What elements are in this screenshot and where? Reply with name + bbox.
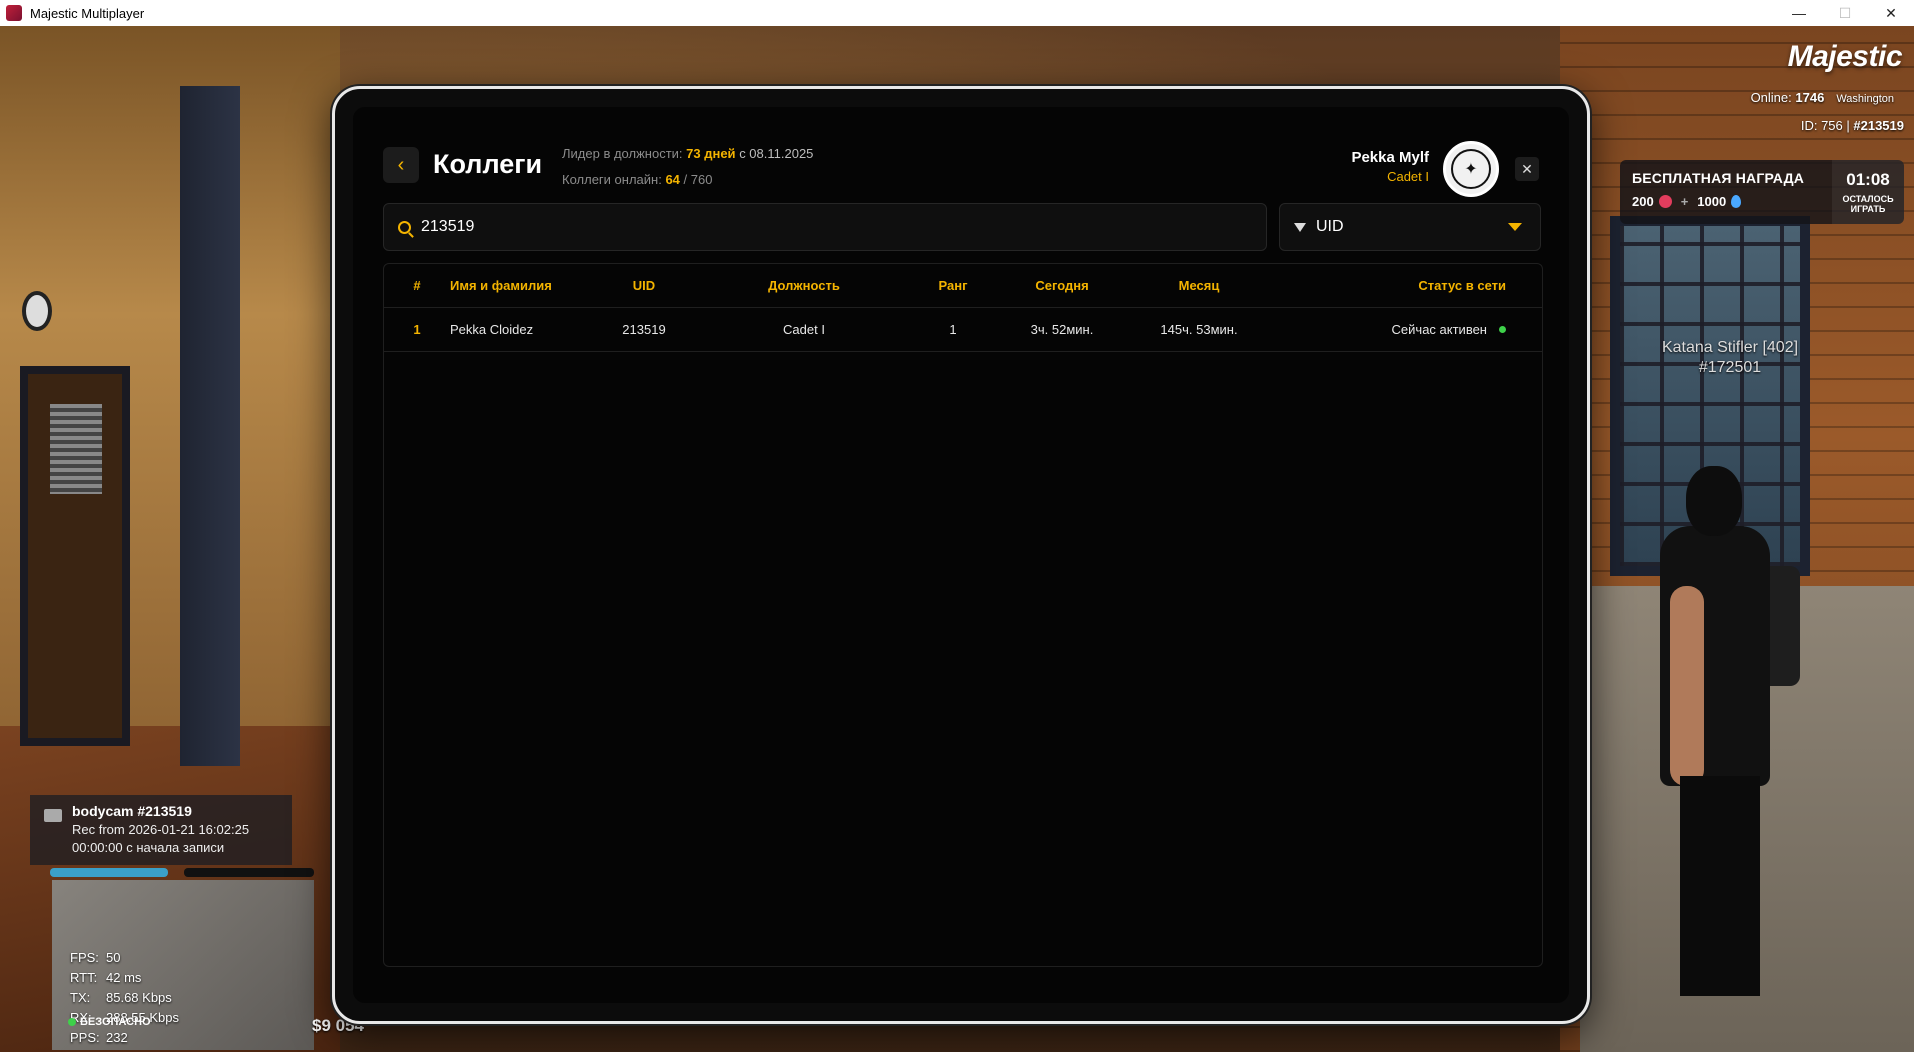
colleagues-table: # Имя и фамилия UID Должность Ранг Сегод… xyxy=(383,263,1543,967)
nametag-id: #172501 xyxy=(1698,359,1762,376)
leader-meta: Лидер в должности: 73 дней с 08.11.2025 … xyxy=(562,141,813,193)
reward-amounts: 200 + 1000 xyxy=(1632,194,1820,209)
leader-since: с 08.11.2025 xyxy=(739,146,814,161)
player-nametag: Katana Stifler [402] #172501 xyxy=(1640,338,1820,378)
armor-bar xyxy=(184,868,314,877)
colleagues-online-total: / 760 xyxy=(683,172,713,187)
reward-plus: + xyxy=(1680,194,1689,209)
reward-amount-1: 200 xyxy=(1632,194,1654,209)
col-number[interactable]: # xyxy=(384,278,450,293)
net-stats: FPS: 50 RTT: 42 ms TX: 85.68 Kbps RX: 288.55… xyxy=(70,948,179,1048)
online-label: Online: xyxy=(1750,90,1792,105)
search-input[interactable] xyxy=(421,218,1221,236)
app-icon xyxy=(6,5,22,21)
wall-clock xyxy=(22,291,52,331)
scene-door xyxy=(20,366,130,746)
reward-timer: 01:08 xyxy=(1846,170,1890,189)
filter-select[interactable]: UID xyxy=(1279,203,1541,251)
close-icon: ✕ xyxy=(1521,160,1533,177)
current-user: Pekka Mylf Cadet I xyxy=(1351,149,1429,184)
drop-icon xyxy=(1731,195,1742,208)
table-row[interactable]: 1 Pekka Cloidez 213519 Cadet I 1 3ч. 52м… xyxy=(384,308,1542,352)
nametag-name: Katana Stifler [402] xyxy=(1661,339,1799,356)
col-rank[interactable]: Ранг xyxy=(916,278,990,293)
player-id-prefix: ID: 756 | xyxy=(1800,118,1850,133)
window-titlebar: Majestic Multiplayer — ☐ ✕ xyxy=(0,0,1914,26)
cell-today: 3ч. 52мин. xyxy=(1030,322,1094,337)
reward-note: ОСТАЛОСЬ ИГРАТЬ xyxy=(1842,194,1894,214)
maximize-button[interactable]: ☐ xyxy=(1822,0,1868,26)
coin-icon xyxy=(1658,195,1672,208)
col-uid[interactable]: UID xyxy=(596,278,692,293)
stat-pps: PPS: 232 xyxy=(70,1030,128,1045)
player-id-value: #213519 xyxy=(1853,118,1904,133)
colleagues-header: ‹ Коллеги Лидер в должности: 73 дней с 0… xyxy=(383,127,1539,197)
department-emblem-icon: ✦ xyxy=(1443,141,1499,197)
back-button[interactable]: ‹ xyxy=(383,147,419,183)
safe-label: БЕЗОПАСНО xyxy=(80,1016,151,1028)
stat-tx: TX: 85.68 Kbps xyxy=(70,990,172,1005)
cell-month: 145ч. 53мин. xyxy=(1160,322,1238,337)
cell-position: Cadet I xyxy=(783,322,825,337)
online-count: 1746 xyxy=(1795,90,1825,105)
col-month[interactable]: Месяц xyxy=(1134,278,1264,293)
online-status-icon xyxy=(1499,326,1506,333)
server-name: Washington xyxy=(1836,93,1894,105)
search-icon xyxy=(398,220,411,234)
status-text: Сейчас активен xyxy=(1391,322,1487,337)
safe-zone-indicator: БЕЗОПАСНО xyxy=(68,1016,151,1028)
tablet-screen: ‹ Коллеги Лидер в должности: 73 дней с 0… xyxy=(353,107,1569,1003)
user-name: Pekka Mylf xyxy=(1351,149,1429,166)
window-close-button[interactable]: ✕ xyxy=(1868,0,1914,26)
bodycam-rec-time: Rec from 2026-01-21 16:02:25 xyxy=(72,822,250,837)
cell-name: Pekka Cloidez xyxy=(450,322,534,337)
user-rank: Cadet I xyxy=(1387,169,1429,184)
table-header: # Имя и фамилия UID Должность Ранг Сегод… xyxy=(384,264,1542,308)
cell-uid: 213519 xyxy=(622,322,666,337)
col-status[interactable]: Статус в сети xyxy=(1264,278,1542,293)
cell-rank: 1 xyxy=(949,322,957,337)
cell-number: 1 xyxy=(413,322,421,337)
chevron-down-icon xyxy=(1508,223,1522,231)
stat-fps: FPS: 50 xyxy=(70,950,121,965)
health-bar xyxy=(50,868,168,877)
window-title: Majestic Multiplayer xyxy=(30,5,145,21)
bodycam-elapsed: 00:00:00 с начала записи xyxy=(72,840,225,855)
search-box[interactable] xyxy=(383,203,1267,251)
reward-title: БЕСПЛАТНАЯ НАГРАДА xyxy=(1632,170,1805,186)
bodycam-title: bodycam #213519 xyxy=(72,803,192,819)
online-counter: Online: 1746 Washington xyxy=(1751,90,1894,105)
safe-dot-icon xyxy=(68,1018,76,1026)
cell-status: Сейчас активен xyxy=(1264,322,1542,337)
colleagues-online-now: 64 xyxy=(665,172,680,187)
bodycam-panel: bodycam #213519 Rec from 2026-01-21 16:0… xyxy=(30,795,292,865)
col-name[interactable]: Имя и фамилия xyxy=(450,278,596,293)
free-reward-widget[interactable]: БЕСПЛАТНАЯ НАГРАДА 200 + 1000 01:08 ОСТА… xyxy=(1620,160,1904,224)
filter-icon xyxy=(1294,222,1306,232)
tablet-frame: ‹ Коллеги Лидер в должности: 73 дней с 0… xyxy=(332,86,1590,1024)
player-id: ID: 756 | #213519 xyxy=(1801,118,1904,133)
col-today[interactable]: Сегодня xyxy=(990,278,1134,293)
minimize-button[interactable]: — xyxy=(1776,0,1822,26)
colleagues-online-label: Коллеги онлайн: xyxy=(562,172,662,187)
chevron-left-icon: ‹ xyxy=(397,153,405,176)
scene-pillar xyxy=(180,86,240,766)
col-position[interactable]: Должность xyxy=(692,278,916,293)
filter-value: UID xyxy=(1316,218,1344,235)
leader-days: 73 дней xyxy=(686,146,736,161)
reward-amount-2: 1000 xyxy=(1697,194,1727,209)
window-controls: — ☐ ✕ xyxy=(1776,0,1914,26)
brand-logo: Majestic xyxy=(1787,40,1903,73)
stat-rtt: RTT: 42 ms xyxy=(70,970,142,985)
close-button[interactable]: ✕ xyxy=(1515,157,1539,181)
leader-label: Лидер в должности: xyxy=(562,146,683,161)
player-character xyxy=(1650,446,1800,1006)
page-title: Коллеги xyxy=(433,149,543,179)
camera-icon xyxy=(44,809,62,822)
